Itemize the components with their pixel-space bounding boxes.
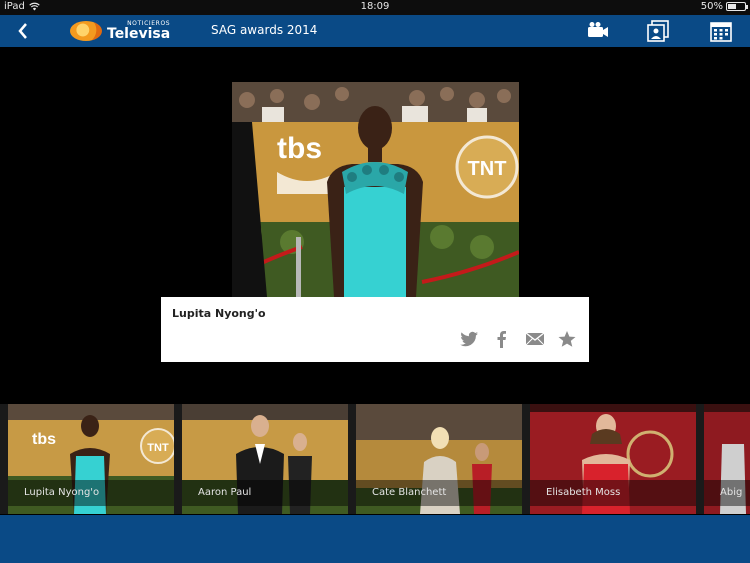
logo-text: NOTICIEROS Televisa [107, 21, 171, 42]
favorite-button[interactable] [557, 330, 577, 348]
thumbnail-item[interactable]: Elisabeth Moss [530, 404, 696, 514]
caption-card: Lupita Nyong'o [161, 297, 589, 362]
photo-gallery-icon [647, 20, 669, 42]
facebook-icon [497, 331, 506, 348]
bottom-bar [0, 515, 750, 563]
thumbnail-label: Abig [704, 480, 750, 506]
status-bar: iPad 18:09 50% [0, 0, 750, 15]
share-twitter-button[interactable] [459, 330, 479, 348]
calendar-button[interactable] [709, 20, 733, 42]
twitter-icon [460, 331, 478, 347]
backdrop-tbs-text: tbs [277, 132, 322, 165]
battery-icon [726, 2, 748, 11]
battery-percent: 50% [700, 1, 723, 12]
thumbnail-strip[interactable]: tbs TNT Lupita Nyong'o Aaron Paul Cate B… [0, 404, 750, 514]
star-icon [558, 331, 576, 347]
video-camera-icon [588, 22, 608, 37]
logo-big-text: Televisa [107, 26, 171, 42]
thumb-tbs-text: tbs [32, 431, 56, 448]
nav-bar: NOTICIEROS Televisa SAG awards 2014 [0, 15, 750, 47]
backdrop-tnt-text: TNT [468, 158, 507, 180]
status-time: 18:09 [360, 1, 390, 12]
share-mail-button[interactable] [525, 330, 545, 348]
thumbnail-item[interactable]: tbs TNT Lupita Nyong'o [8, 404, 174, 514]
thumb-tnt-text: TNT [147, 442, 169, 454]
photo-caption-name: Lupita Nyong'o [172, 307, 266, 320]
thumbnail-label: Lupita Nyong'o [8, 480, 174, 506]
logo-sun-icon [70, 21, 102, 41]
app-root: iPad 18:09 50% NOTICIEROS Televisa SAG a… [0, 0, 750, 563]
main-photo-illustration: tbs TNT [232, 82, 519, 297]
thumbnail-label: Aaron Paul [182, 480, 348, 506]
page-title: SAG awards 2014 [211, 23, 318, 37]
chevron-left-icon [18, 23, 27, 39]
thumbnail-label: Cate Blanchett [356, 480, 522, 506]
main-photo[interactable]: tbs TNT [232, 82, 519, 297]
video-button[interactable] [586, 20, 610, 42]
thumbnail-item[interactable]: Abig [704, 404, 750, 514]
gallery-button[interactable] [646, 20, 670, 42]
thumbnail-item[interactable]: Aaron Paul [182, 404, 348, 514]
share-facebook-button[interactable] [492, 330, 512, 348]
thumbnail-item[interactable]: Cate Blanchett [356, 404, 522, 514]
status-right: 50% [700, 1, 748, 12]
battery-fill [728, 4, 736, 9]
mail-icon [525, 332, 545, 346]
calendar-icon [710, 22, 732, 42]
back-button[interactable] [12, 19, 34, 43]
televisa-logo[interactable]: NOTICIEROS Televisa [70, 19, 170, 43]
thumbnail-label: Elisabeth Moss [530, 480, 696, 506]
